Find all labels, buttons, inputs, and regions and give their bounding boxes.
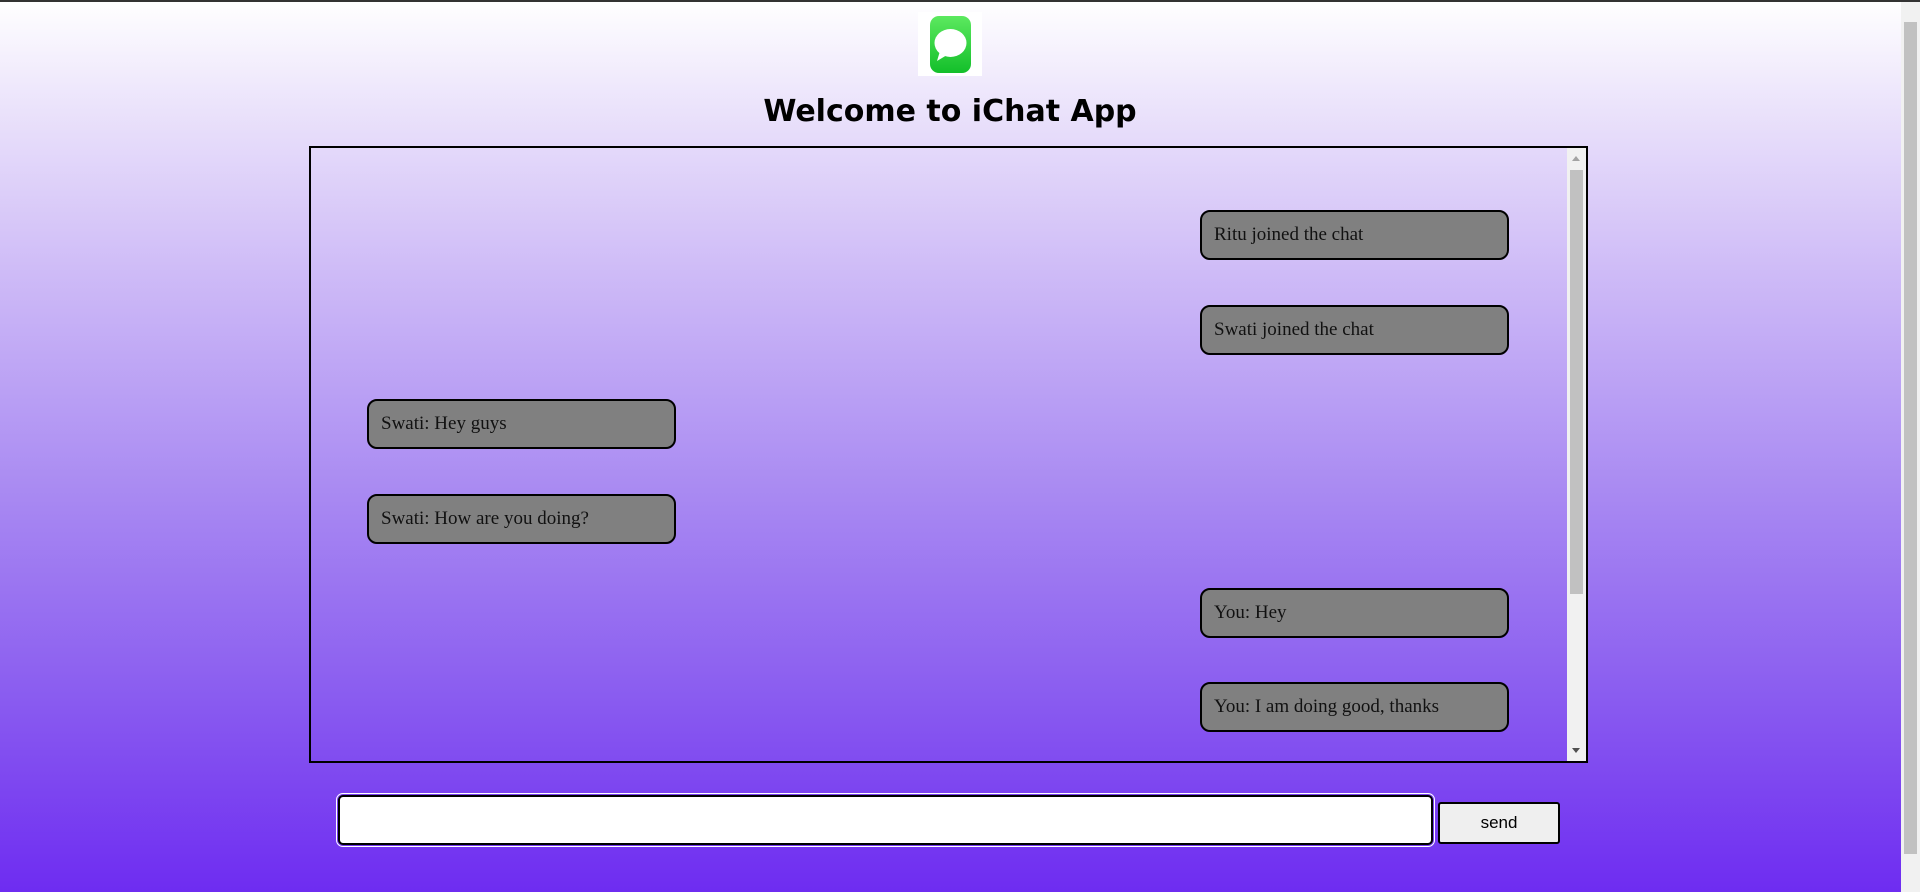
chat-scrollbar-thumb[interactable]: [1570, 170, 1583, 594]
send-button[interactable]: send: [1438, 802, 1560, 844]
chat-scrollbar[interactable]: [1567, 148, 1586, 761]
message-input[interactable]: [336, 793, 1435, 847]
chat-bubble-icon: [934, 29, 967, 61]
page-scrollbar[interactable]: [1901, 2, 1920, 892]
chat-message: You: Hey: [1200, 588, 1509, 638]
chat-message: Swati joined the chat: [1200, 305, 1509, 355]
scroll-down-arrow-icon[interactable]: [1572, 748, 1580, 753]
chat-message: Swati: How are you doing?: [367, 494, 676, 544]
page-scrollbar-thumb[interactable]: [1904, 22, 1917, 854]
chat-message: Swati: Hey guys: [367, 399, 676, 449]
window-top-border: [0, 0, 1920, 2]
chat-messages-container[interactable]: Ritu joined the chat Swati joined the ch…: [309, 146, 1588, 763]
scroll-up-arrow-icon[interactable]: [1572, 156, 1580, 161]
chat-message: You: I am doing good, thanks: [1200, 682, 1509, 732]
page-title: Welcome to iChat App: [763, 94, 1137, 129]
app-logo: [918, 12, 982, 76]
chat-message: Ritu joined the chat: [1200, 210, 1509, 260]
